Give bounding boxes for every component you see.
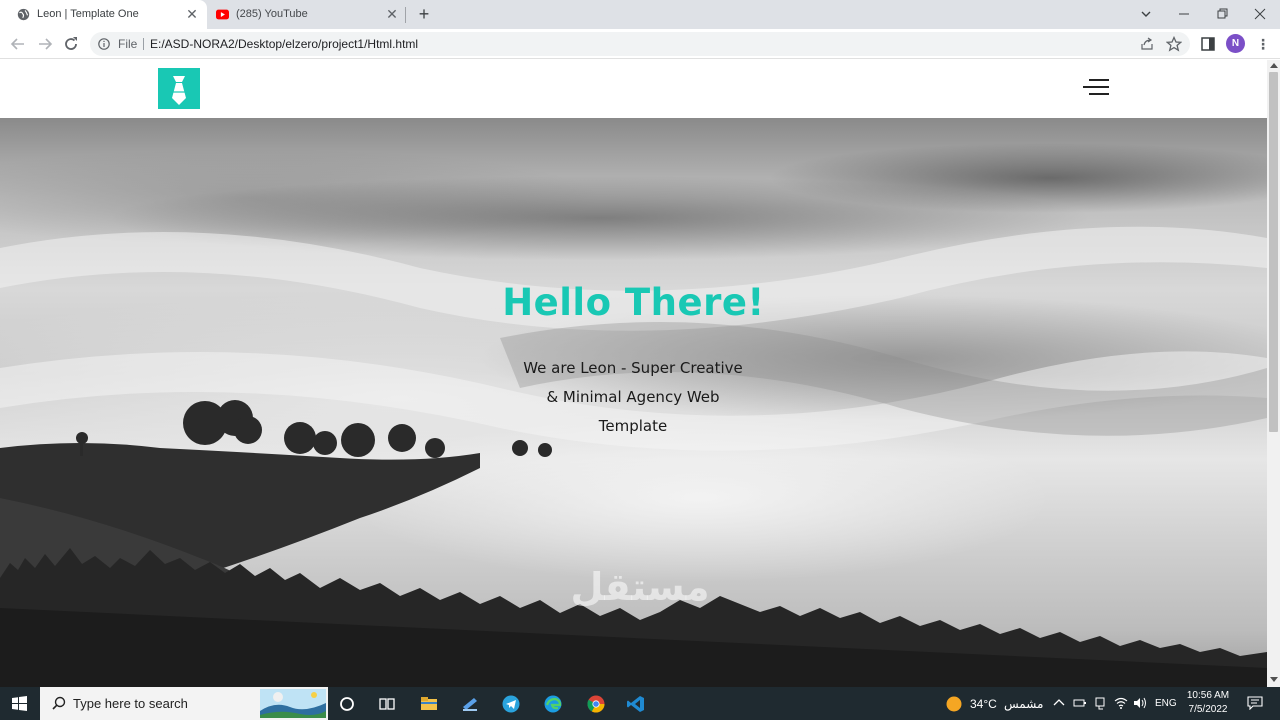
hero-line: We are Leon - Super Creative (523, 359, 743, 377)
weather-sun-icon (946, 696, 962, 712)
chrome-icon[interactable] (586, 694, 606, 714)
clock-date: 7/5/2022 (1188, 704, 1228, 715)
cortana-icon[interactable] (337, 694, 357, 714)
info-icon[interactable] (98, 38, 110, 50)
close-icon[interactable]: ✕ (185, 7, 199, 21)
hero-line: & Minimal Agency Web (546, 388, 720, 406)
close-icon[interactable]: ✕ (385, 7, 399, 21)
menu-bar (1083, 86, 1109, 88)
tab-youtube[interactable]: (285) YouTube ✕ (207, 0, 407, 29)
maximize-button[interactable] (1212, 4, 1232, 24)
browser-toolbar: File E:/ASD-NORA2/Desktop/elzero/project… (0, 29, 1280, 59)
hero-description: We are Leon - Super Creative & Minimal A… (508, 354, 758, 441)
weather-temp[interactable]: 34°C (970, 697, 997, 711)
close-window-button[interactable] (1250, 4, 1270, 24)
vscode-icon[interactable] (626, 694, 646, 714)
file-explorer-icon[interactable] (419, 694, 439, 714)
menu-toggle-button[interactable] (1083, 79, 1109, 97)
notification-icon[interactable] (1247, 696, 1263, 710)
tab-separator (405, 7, 406, 23)
profile-avatar[interactable]: N (1226, 34, 1245, 53)
telegram-icon[interactable] (501, 694, 521, 714)
site-header (0, 60, 1267, 118)
site-logo[interactable] (158, 68, 200, 109)
search-icon (52, 696, 66, 710)
scroll-down-arrow-icon[interactable] (1270, 677, 1278, 682)
url-divider (143, 38, 144, 50)
hero-title: Hello There! (502, 281, 765, 324)
minimize-button[interactable] (1174, 4, 1194, 24)
globe-icon (17, 8, 30, 21)
tab-strip: Leon | Template One ✕ (285) YouTube ✕ + (0, 0, 1280, 29)
windows-taskbar: Type here to search 34°C مشمس ENG 10:56 … (0, 687, 1280, 720)
menu-bar (1089, 93, 1109, 95)
scroll-up-arrow-icon[interactable] (1270, 63, 1278, 68)
volume-icon[interactable] (1133, 696, 1147, 710)
clock-time: 10:56 AM (1186, 690, 1230, 701)
side-panel-icon[interactable] (1200, 36, 1216, 52)
weather-label[interactable]: مشمس (1004, 697, 1043, 711)
windows-start-icon[interactable] (12, 696, 27, 711)
azure-studio-icon[interactable] (460, 694, 480, 714)
battery-icon[interactable] (1073, 696, 1087, 710)
task-view-icon[interactable] (377, 694, 397, 714)
language-indicator[interactable]: ENG (1155, 698, 1177, 709)
bookmark-star-icon[interactable] (1166, 36, 1182, 52)
url-text[interactable]: E:/ASD-NORA2/Desktop/elzero/project1/Htm… (150, 37, 418, 51)
menu-kebab-icon[interactable]: ⋮ (1256, 35, 1270, 53)
hero-line: Template (598, 417, 668, 435)
new-tab-button[interactable]: + (415, 5, 433, 23)
tab-search-chevron-icon[interactable] (1136, 4, 1156, 24)
menu-bar (1089, 79, 1109, 81)
tab-leon[interactable]: Leon | Template One ✕ (0, 0, 207, 29)
taskbar-clock[interactable]: 10:56 AM 7/5/2022 (1180, 689, 1236, 717)
youtube-icon (216, 9, 229, 20)
address-bar[interactable]: File E:/ASD-NORA2/Desktop/elzero/project… (90, 32, 1190, 56)
edge-icon[interactable] (543, 694, 563, 714)
tab-title: (285) YouTube (236, 8, 308, 20)
search-highlight-image (260, 689, 326, 718)
url-scheme: File (118, 37, 138, 51)
forward-arrow-icon[interactable] (36, 35, 54, 53)
reload-icon[interactable] (62, 35, 80, 53)
mostaql-watermark: مستقل (560, 568, 720, 618)
meet-now-icon[interactable] (1094, 696, 1108, 710)
tab-title: Leon | Template One (37, 8, 139, 20)
search-placeholder: Type here to search (73, 696, 188, 711)
page-scrollbar[interactable] (1267, 60, 1280, 687)
watermark-arabic: مستقل (570, 565, 710, 609)
wifi-icon[interactable] (1114, 696, 1128, 710)
share-icon[interactable] (1140, 37, 1154, 51)
back-arrow-icon[interactable] (9, 35, 27, 53)
chevron-up-icon[interactable] (1052, 696, 1066, 710)
taskbar-search-box[interactable]: Type here to search (40, 687, 328, 720)
scroll-thumb[interactable] (1269, 72, 1278, 432)
tie-icon (172, 76, 186, 105)
